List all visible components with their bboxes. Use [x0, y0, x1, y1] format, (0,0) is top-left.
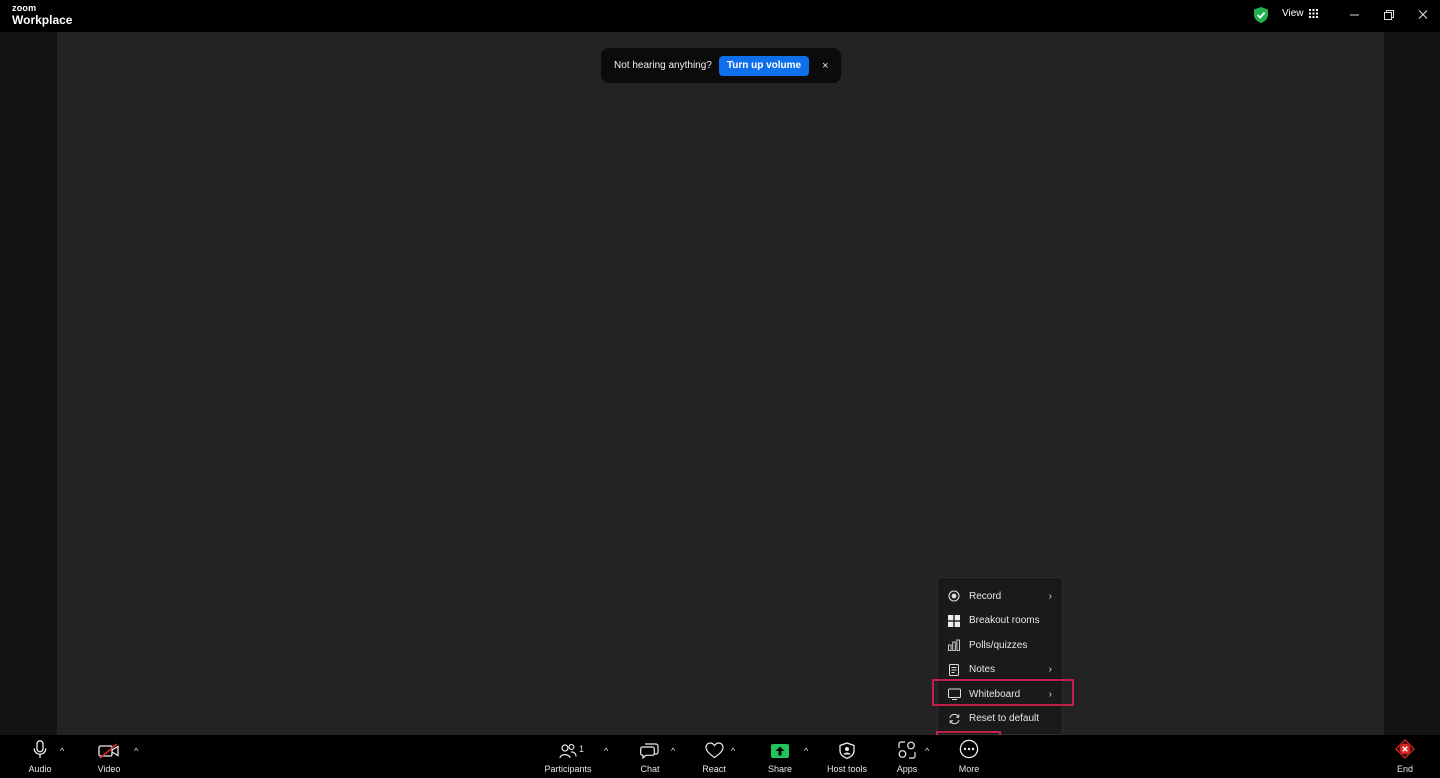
- whiteboard-highlight: [932, 679, 1074, 706]
- react-label: React: [702, 764, 726, 774]
- host-tools-label: Host tools: [826, 764, 868, 774]
- restore-icon[interactable]: [1379, 6, 1399, 24]
- close-notice-icon[interactable]: ×: [822, 60, 828, 72]
- menu-item-label: Breakout rooms: [969, 615, 1040, 627]
- chat-button[interactable]: Chat: [636, 735, 664, 778]
- react-options-caret[interactable]: ^: [731, 746, 735, 756]
- menu-item-record[interactable]: Record ›: [938, 584, 1062, 609]
- audio-label: Audio: [28, 764, 52, 774]
- audio-options-caret[interactable]: ^: [60, 746, 64, 756]
- view-label: View: [1282, 8, 1304, 19]
- breakout-rooms-icon: [947, 614, 961, 628]
- chevron-right-icon: ›: [1048, 590, 1052, 602]
- notes-icon: [947, 663, 961, 677]
- video-label: Video: [97, 764, 121, 774]
- more-label: More: [958, 764, 980, 774]
- menu-item-label: Reset to default: [969, 713, 1040, 725]
- shield-check-icon[interactable]: [1254, 7, 1268, 23]
- minimize-icon[interactable]: [1344, 6, 1364, 24]
- menu-item-polls[interactable]: Polls/quizzes: [938, 633, 1062, 658]
- react-button[interactable]: React: [700, 735, 728, 778]
- participants-label: Participants: [544, 764, 592, 774]
- end-meeting-icon: [1395, 739, 1415, 759]
- menu-item-label: Notes: [969, 664, 996, 676]
- record-icon: [947, 589, 961, 603]
- audio-button[interactable]: Audio: [26, 735, 54, 778]
- more-button[interactable]: More: [954, 735, 984, 778]
- menu-item-breakout-rooms[interactable]: Breakout rooms: [938, 609, 1062, 634]
- apps-options-caret[interactable]: ^: [925, 746, 929, 756]
- turn-up-volume-button[interactable]: Turn up volume: [718, 55, 810, 76]
- share-button[interactable]: Share: [766, 735, 794, 778]
- participants-button[interactable]: Participants: [540, 735, 596, 778]
- close-window-icon[interactable]: [1413, 6, 1433, 24]
- meeting-toolbar: Audio ^ Video ^ Participants 1 ^ Chat ^ …: [0, 735, 1440, 778]
- polls-icon: [947, 638, 961, 652]
- video-button[interactable]: Video: [94, 735, 124, 778]
- title-bar: zoom Workplace View: [0, 0, 1440, 32]
- host-tools-shield-icon: [839, 742, 855, 759]
- audio-notice: Not hearing anything? Turn up volume ×: [601, 48, 841, 83]
- participants-icon: [559, 744, 577, 759]
- participants-count: 1: [579, 744, 585, 754]
- participants-options-caret[interactable]: ^: [604, 746, 608, 756]
- apps-label: Apps: [896, 764, 918, 774]
- more-icon: [959, 739, 979, 759]
- notice-text: Not hearing anything?: [614, 60, 712, 71]
- meeting-stage: [0, 32, 1440, 735]
- share-options-caret[interactable]: ^: [804, 746, 808, 756]
- brand-main-text: Workplace: [12, 13, 73, 27]
- chat-icon: [640, 743, 659, 759]
- grid-icon: [1308, 9, 1318, 18]
- heart-icon: [704, 742, 724, 759]
- menu-item-label: Polls/quizzes: [969, 639, 1028, 651]
- menu-item-label: Record: [969, 590, 1002, 602]
- apps-icon: [898, 741, 916, 759]
- microphone-icon: [33, 740, 47, 758]
- video-canvas: [57, 32, 1384, 735]
- chevron-right-icon: ›: [1048, 664, 1052, 676]
- brand-top-text: zoom: [12, 3, 37, 13]
- end-button[interactable]: End: [1392, 735, 1418, 778]
- video-off-icon: [98, 743, 119, 759]
- host-tools-button[interactable]: Host tools: [824, 735, 870, 778]
- app-logo: zoom Workplace: [12, 3, 73, 27]
- share-screen-icon: [771, 744, 789, 758]
- view-button[interactable]: View: [1282, 8, 1318, 19]
- share-label: Share: [767, 764, 793, 774]
- chat-options-caret[interactable]: ^: [671, 746, 675, 756]
- menu-item-reset[interactable]: Reset to default: [938, 707, 1062, 732]
- end-label: End: [1396, 764, 1413, 774]
- more-menu: Record › Breakout rooms Polls/quizzes No…: [937, 577, 1063, 735]
- reset-icon: [947, 712, 961, 726]
- apps-button[interactable]: Apps: [893, 735, 921, 778]
- video-options-caret[interactable]: ^: [134, 746, 138, 756]
- chat-label: Chat: [640, 764, 660, 774]
